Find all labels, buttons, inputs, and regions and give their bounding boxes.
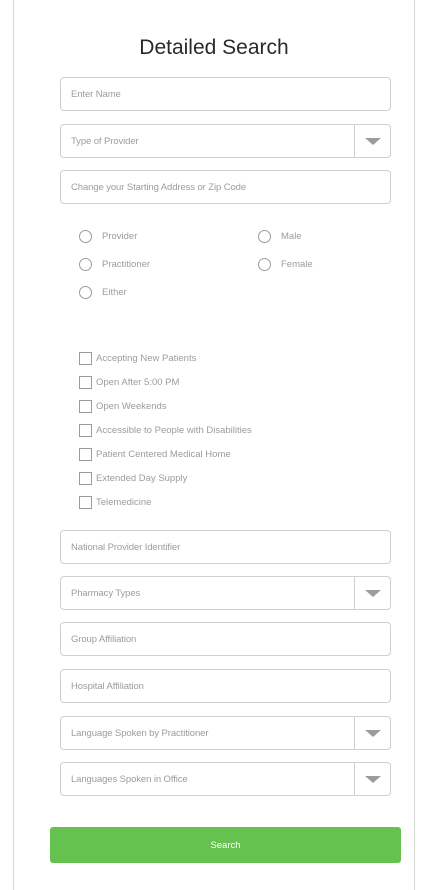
radio-empty-icon (79, 258, 92, 271)
search-button[interactable]: Search (50, 827, 401, 863)
address-input[interactable]: Change your Starting Address or Zip Code (60, 170, 391, 204)
radio-provider-label: Provider (102, 231, 138, 242)
checkbox-extended-day-supply[interactable]: Extended Day Supply (79, 472, 187, 485)
office-language-placeholder: Languages Spoken in Office (71, 773, 188, 785)
checkbox-empty-icon (79, 424, 92, 437)
pharmacy-types-select[interactable]: Pharmacy Types (60, 576, 391, 610)
office-language-dropdown-button[interactable] (354, 763, 390, 795)
checkbox-label: Open Weekends (96, 401, 167, 412)
radio-practitioner-label: Practitioner (102, 259, 151, 270)
radio-male-label: Male (281, 231, 302, 242)
provider-type-placeholder: Type of Provider (71, 135, 139, 147)
checkbox-empty-icon (79, 352, 92, 365)
checkbox-telemedicine[interactable]: Telemedicine (79, 496, 151, 509)
checkbox-empty-icon (79, 448, 92, 461)
pharmacy-types-dropdown-button[interactable] (354, 577, 390, 609)
radio-either-label: Either (102, 287, 127, 298)
npi-input[interactable]: National Provider Identifier (60, 530, 391, 564)
radio-female-label: Female (281, 259, 313, 270)
checkbox-empty-icon (79, 496, 92, 509)
office-language-select[interactable]: Languages Spoken in Office (60, 762, 391, 796)
checkbox-label: Patient Centered Medical Home (96, 449, 231, 460)
page-title: Detailed Search (139, 36, 289, 59)
detailed-search-panel: Detailed Search Enter Name Type of Provi… (13, 0, 415, 890)
checkbox-accepting-new-patients[interactable]: Accepting New Patients (79, 352, 196, 365)
name-input[interactable]: Enter Name (60, 77, 391, 111)
radio-empty-icon (258, 258, 271, 271)
checkbox-open-after-5pm[interactable]: Open After 5:00 PM (79, 376, 179, 389)
radio-empty-icon (258, 230, 271, 243)
provider-type-select[interactable]: Type of Provider (60, 124, 391, 158)
checkbox-label: Accessible to People with Disabilities (96, 425, 252, 436)
checkbox-label: Open After 5:00 PM (96, 377, 180, 388)
practitioner-language-dropdown-button[interactable] (354, 717, 390, 749)
group-affiliation-input[interactable]: Group Affiliation (60, 622, 391, 656)
chevron-down-icon (364, 589, 381, 597)
address-placeholder: Change your Starting Address or Zip Code (71, 181, 247, 193)
npi-placeholder: National Provider Identifier (71, 541, 181, 553)
hospital-affiliation-input[interactable]: Hospital Affiliation (60, 669, 391, 703)
checkbox-empty-icon (79, 472, 92, 485)
checkbox-open-weekends[interactable]: Open Weekends (79, 400, 167, 413)
checkbox-accessible[interactable]: Accessible to People with Disabilities (79, 424, 252, 437)
radio-empty-icon (79, 230, 92, 243)
radio-either[interactable]: Either (79, 286, 127, 299)
checkbox-label: Accepting New Patients (96, 353, 197, 364)
group-affiliation-placeholder: Group Affiliation (71, 633, 137, 645)
pharmacy-types-placeholder: Pharmacy Types (71, 587, 141, 599)
checkbox-label: Telemedicine (96, 497, 152, 508)
practitioner-language-placeholder: Language Spoken by Practitioner (71, 727, 209, 739)
radio-provider[interactable]: Provider (79, 230, 137, 243)
chevron-down-icon (364, 137, 381, 145)
chevron-down-icon (364, 775, 381, 783)
provider-type-dropdown-button[interactable] (354, 125, 390, 157)
checkbox-empty-icon (79, 400, 92, 413)
radio-empty-icon (79, 286, 92, 299)
checkbox-pcmh[interactable]: Patient Centered Medical Home (79, 448, 231, 461)
radio-practitioner[interactable]: Practitioner (79, 258, 150, 271)
practitioner-language-select[interactable]: Language Spoken by Practitioner (60, 716, 391, 750)
hospital-affiliation-placeholder: Hospital Affiliation (71, 680, 144, 692)
checkbox-label: Extended Day Supply (96, 473, 188, 484)
name-placeholder: Enter Name (71, 88, 121, 100)
radio-female[interactable]: Female (258, 258, 313, 271)
radio-male[interactable]: Male (258, 230, 302, 243)
chevron-down-icon (364, 729, 381, 737)
checkbox-empty-icon (79, 376, 92, 389)
